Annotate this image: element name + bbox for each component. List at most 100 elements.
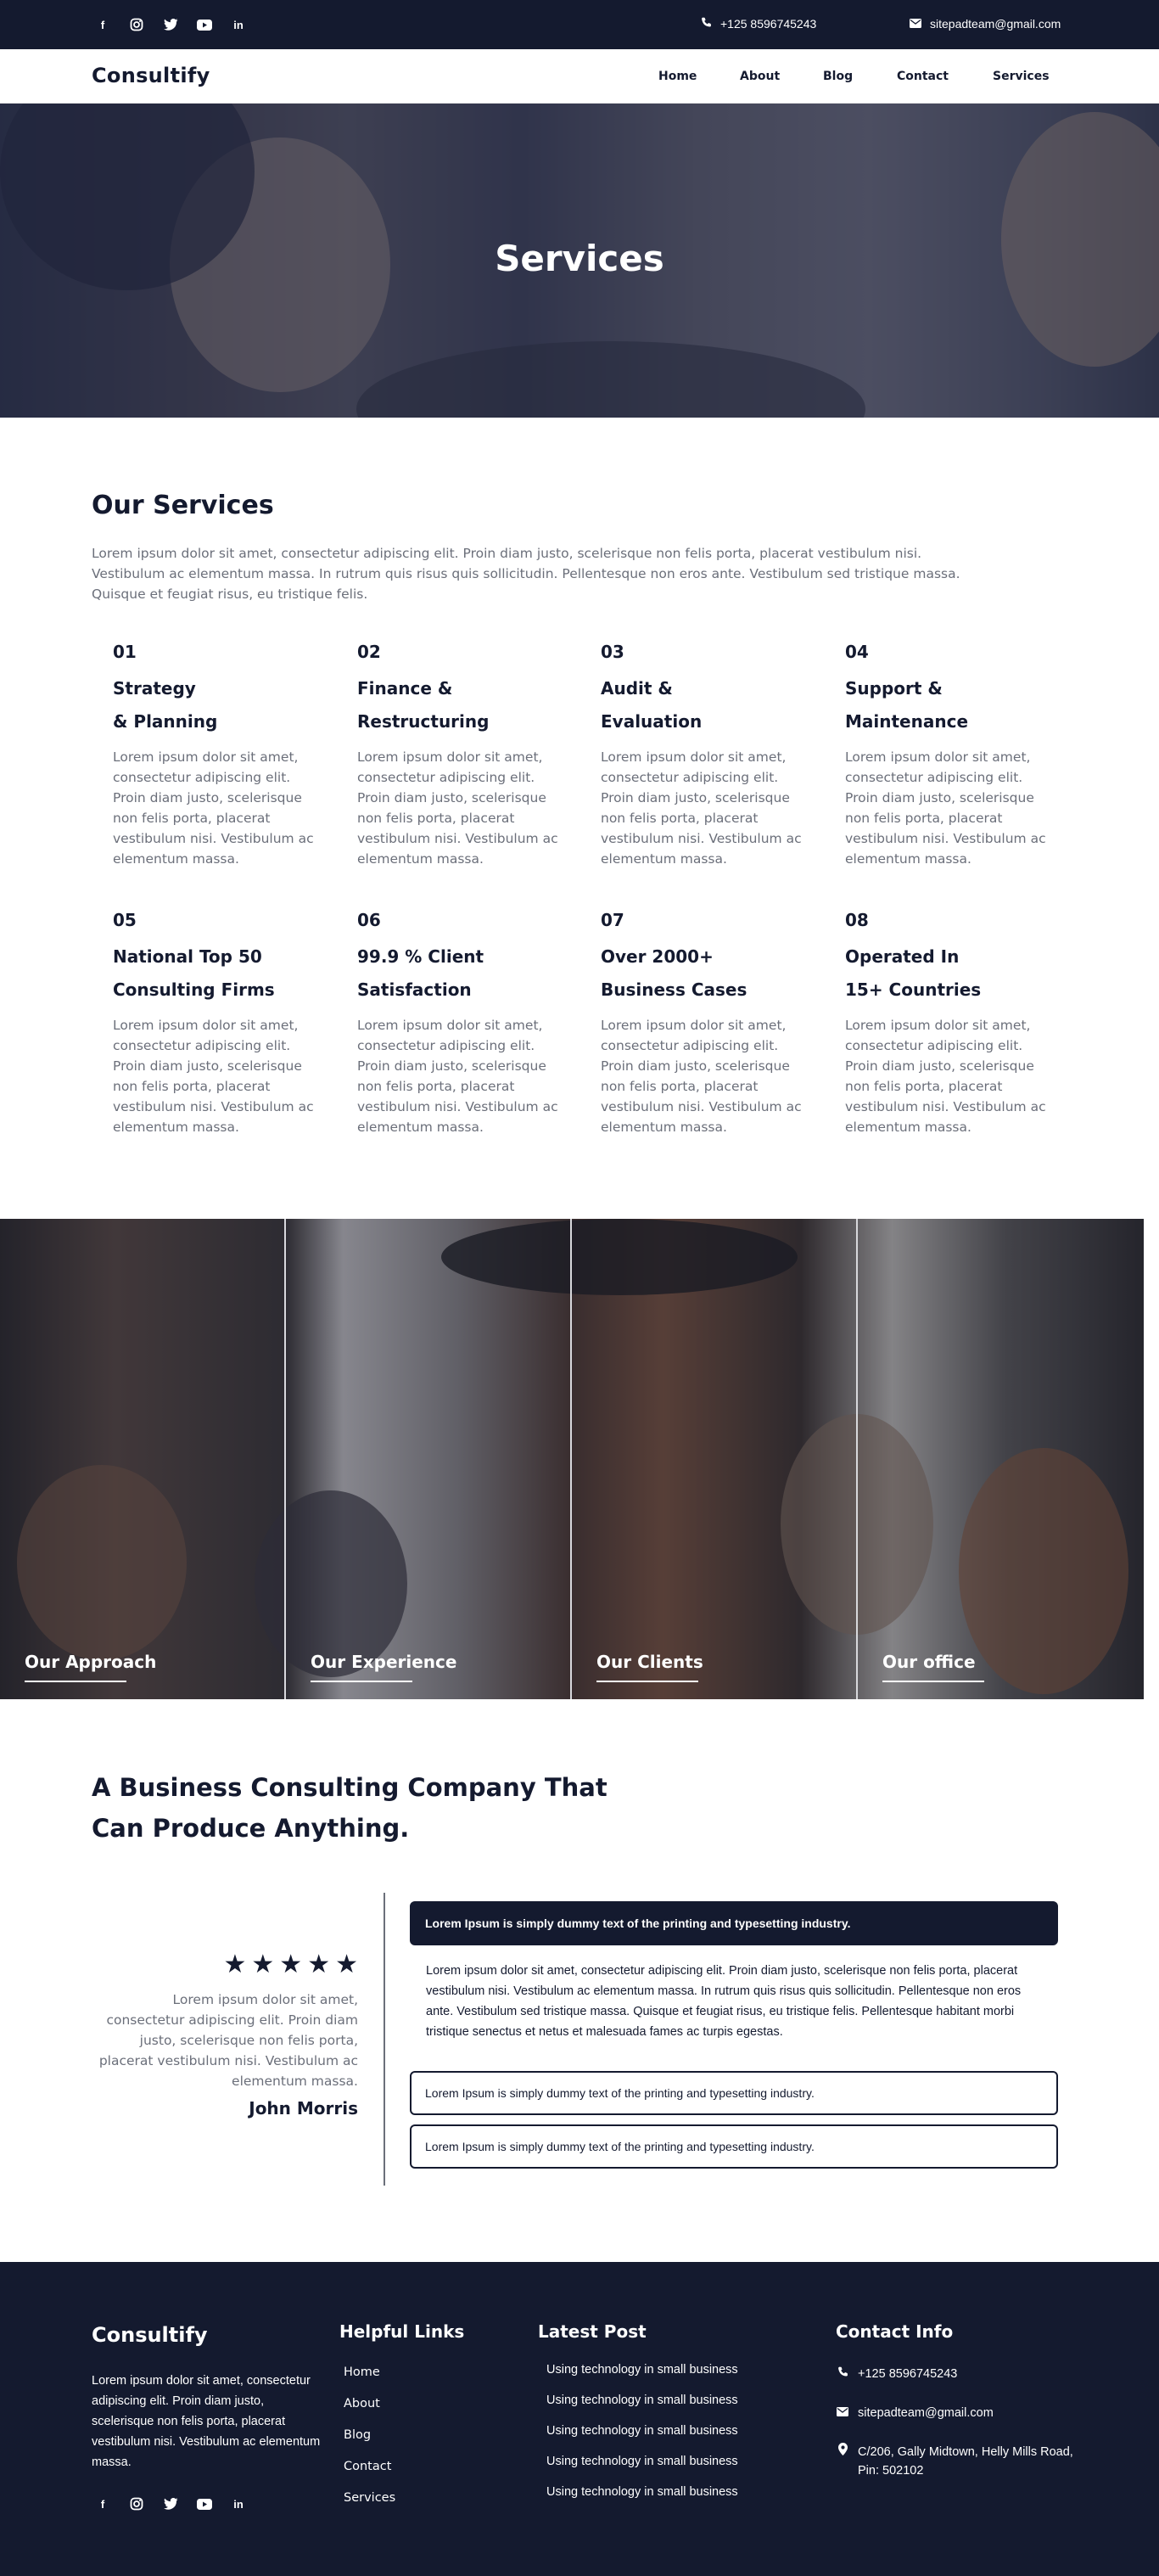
service-card: 04 Support & Maintenance Lorem ipsum dolo… <box>845 642 1049 869</box>
service-card: 01 Strategy & Planning Lorem ipsum dolor … <box>113 642 316 869</box>
service-card: 07 Over 2000+ Business Cases Lorem ipsum … <box>601 910 804 1137</box>
footer-phone-text: +125 8596745243 <box>858 2367 958 2381</box>
service-number: 01 <box>113 642 137 662</box>
main-navigation: Consultify Home About Blog Contact Servi… <box>0 49 1159 104</box>
service-title: Operated In 15+ Countries <box>845 946 982 1000</box>
nav-contact[interactable]: Contact <box>897 70 949 83</box>
footer-post-link[interactable]: Using technology in small business <box>546 2363 738 2394</box>
footer-link-services[interactable]: Services <box>344 2491 395 2523</box>
service-title: Finance & Restructuring <box>357 678 490 732</box>
service-number: 08 <box>845 910 869 930</box>
instagram-icon[interactable] <box>129 2496 144 2511</box>
social-links: f in <box>95 17 246 32</box>
footer-link-contact[interactable]: Contact <box>344 2460 395 2491</box>
panel-our-office[interactable]: Our office <box>858 1219 1144 1699</box>
facebook-icon[interactable]: f <box>95 17 110 32</box>
top-bar: f in +125 8596745243 sitepadteam@gmail.c… <box>0 0 1159 49</box>
footer-post-link[interactable]: Using technology in small business <box>546 2394 738 2424</box>
service-card: 06 99.9 % Client Satisfaction Lorem ipsum… <box>357 910 561 1137</box>
topbar-email[interactable]: sitepadteam@gmail.com <box>910 17 1061 31</box>
service-description: Lorem ipsum dolor sit amet, consectetur … <box>113 749 314 867</box>
nav-services[interactable]: Services <box>993 70 1050 83</box>
panel-underline <box>311 1681 412 1682</box>
service-card: 05 National Top 50 Consulting Firms Lorem… <box>113 910 316 1137</box>
service-description: Lorem ipsum dolor sit amet, consectetur … <box>113 1018 314 1135</box>
nav-about[interactable]: About <box>740 70 780 83</box>
panel-our-approach[interactable]: Our Approach <box>0 1219 286 1699</box>
phone-icon <box>701 17 712 31</box>
panel-our-clients[interactable]: Our Clients <box>572 1219 858 1699</box>
service-title: 99.9 % Client Satisfaction <box>357 946 484 1000</box>
page-title: Services <box>495 238 664 279</box>
star-icon: ★ <box>251 1950 275 1979</box>
footer-email[interactable]: sitepadteam@gmail.com <box>836 2404 1090 2422</box>
footer-links-heading: Helpful Links <box>339 2321 465 2342</box>
footer-post-link[interactable]: Using technology in small business <box>546 2424 738 2455</box>
footer-post-link[interactable]: Using technology in small business <box>546 2455 738 2485</box>
service-description: Lorem ipsum dolor sit amet, consectetur … <box>845 1018 1046 1135</box>
topbar-email-text: sitepadteam@gmail.com <box>930 17 1061 31</box>
phone-icon <box>836 2365 849 2383</box>
hero-banner: Services <box>0 104 1159 418</box>
footer-link-home[interactable]: Home <box>344 2366 395 2397</box>
accordion-body: Lorem ipsum dolor sit amet, consectetur … <box>426 1964 1022 2039</box>
service-description: Lorem ipsum dolor sit amet, consectetur … <box>601 749 802 867</box>
instagram-icon[interactable] <box>129 17 144 32</box>
service-number: 04 <box>845 642 869 662</box>
site-logo[interactable]: Consultify <box>92 64 210 87</box>
footer-logo[interactable]: Consultify <box>92 2323 208 2347</box>
linkedin-icon[interactable]: in <box>231 2496 246 2511</box>
feature-panels: Our Approach Our Experience Our Clients … <box>0 1219 1144 1699</box>
twitter-icon[interactable] <box>163 17 178 32</box>
accordion-header-active[interactable]: Lorem Ipsum is simply dummy text of the … <box>410 1901 1058 1945</box>
nav-blog[interactable]: Blog <box>823 70 853 83</box>
footer-post-link[interactable]: Using technology in small business <box>546 2485 738 2516</box>
service-number: 07 <box>601 910 624 930</box>
testimonial-text: Lorem ipsum dolor sit amet, consectetur … <box>98 1992 358 2089</box>
service-number: 06 <box>357 910 381 930</box>
facebook-icon[interactable]: f <box>95 2496 110 2511</box>
services-heading: Our Services <box>92 491 274 520</box>
panel-label: Our Experience <box>311 1652 457 1672</box>
footer-link-about[interactable]: About <box>344 2397 395 2428</box>
service-title: Strategy & Planning <box>113 678 218 732</box>
footer-posts: Using technology in small business Using… <box>546 2363 738 2516</box>
panel-underline <box>25 1681 126 1682</box>
panel-our-experience[interactable]: Our Experience <box>286 1219 572 1699</box>
panel-label: Our Approach <box>25 1652 157 1672</box>
service-card: 08 Operated In 15+ Countries Lorem ipsum … <box>845 910 1049 1137</box>
service-title: Over 2000+ Business Cases <box>601 946 747 1000</box>
footer-posts-heading: Latest Post <box>538 2321 647 2342</box>
accordion-header[interactable]: Lorem Ipsum is simply dummy text of the … <box>410 2071 1058 2115</box>
service-number: 02 <box>357 642 381 662</box>
footer-link-blog[interactable]: Blog <box>344 2428 395 2460</box>
star-icon: ★ <box>335 1950 358 1979</box>
map-pin-icon <box>836 2443 849 2480</box>
youtube-icon[interactable] <box>197 17 212 32</box>
divider <box>384 1893 385 2186</box>
service-number: 05 <box>113 910 137 930</box>
topbar-phone[interactable]: +125 8596745243 <box>701 17 816 31</box>
service-title: Audit & Evaluation <box>601 678 703 732</box>
service-card: 03 Audit & Evaluation Lorem ipsum dolor s… <box>601 642 804 869</box>
footer-about: Lorem ipsum dolor sit amet, consectetur … <box>92 2374 321 2469</box>
accordion-header[interactable]: Lorem Ipsum is simply dummy text of the … <box>410 2124 1058 2169</box>
footer-phone[interactable]: +125 8596745243 <box>836 2365 1090 2383</box>
panel-underline <box>596 1681 698 1682</box>
youtube-icon[interactable] <box>197 2496 212 2511</box>
service-description: Lorem ipsum dolor sit amet, consectetur … <box>357 1018 558 1135</box>
envelope-icon <box>910 17 921 31</box>
footer-address: C/206, Gally Midtown, Helly Mills Road, … <box>836 2443 1082 2480</box>
nav-home[interactable]: Home <box>658 70 697 83</box>
panel-underline <box>882 1681 984 1682</box>
service-description: Lorem ipsum dolor sit amet, consectetur … <box>601 1018 802 1135</box>
linkedin-icon[interactable]: in <box>231 17 246 32</box>
rating-stars: ★ ★ ★ ★ ★ <box>223 1952 358 1978</box>
twitter-icon[interactable] <box>163 2496 178 2511</box>
service-card: 02 Finance & Restructuring Lorem ipsum do… <box>357 642 561 869</box>
footer-email-text: sitepadteam@gmail.com <box>858 2406 994 2420</box>
star-icon: ★ <box>307 1950 331 1979</box>
footer-social-links: f in <box>95 2496 246 2511</box>
star-icon: ★ <box>223 1950 247 1979</box>
topbar-phone-text: +125 8596745243 <box>720 17 817 31</box>
